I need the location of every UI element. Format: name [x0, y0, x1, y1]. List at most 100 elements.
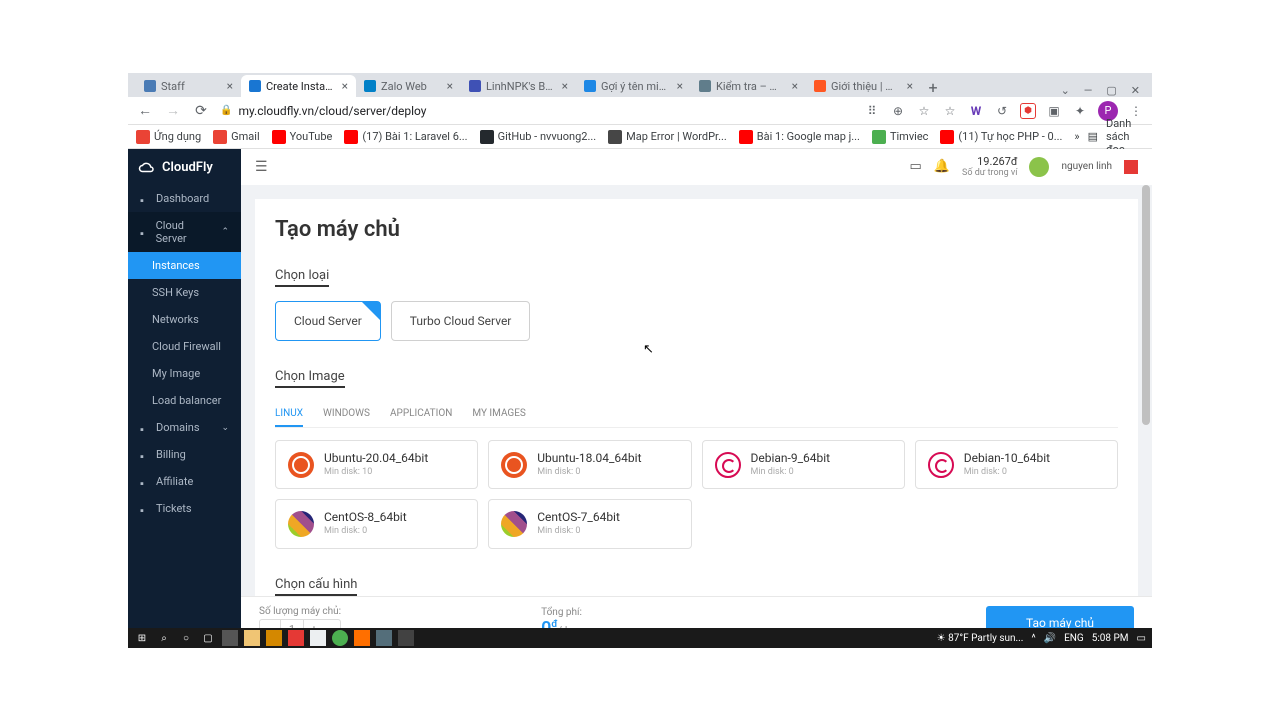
forward-button[interactable]: → [164, 102, 182, 120]
image-tab-application[interactable]: APPLICATION [390, 402, 452, 427]
volume-icon[interactable]: 🔊 [1044, 633, 1056, 644]
sidebar-item-tickets[interactable]: ▪Tickets [128, 495, 241, 522]
camera-icon[interactable]: ▣ [1046, 103, 1062, 119]
browser-tab[interactable]: Gợi ý tên miền b× [576, 75, 691, 97]
tab-close-icon[interactable]: × [792, 79, 798, 93]
docs-icon[interactable]: ▭ [910, 159, 922, 174]
zoom-icon[interactable]: ⊕ [890, 103, 906, 119]
share-icon[interactable]: ☆ [916, 103, 932, 119]
image-tab-windows[interactable]: WINDOWS [323, 402, 370, 427]
os-image-card[interactable]: Ubuntu-20.04_64bit Min disk: 10 [275, 440, 478, 489]
history-icon[interactable]: ↺ [994, 103, 1010, 119]
server-type-card[interactable]: Turbo Cloud Server [391, 301, 531, 341]
capture-icon[interactable]: ⬢ [1020, 103, 1036, 119]
sidebar-item-instances[interactable]: Instances [128, 252, 241, 279]
sidebar-item-dashboard[interactable]: ▪Dashboard [128, 185, 241, 212]
bookmark-overflow[interactable]: » [1074, 130, 1079, 143]
sidebar-item-affiliate[interactable]: ▪Affiliate [128, 468, 241, 495]
bookmark-item[interactable]: (17) Bài 1: Laravel 6... [344, 130, 467, 144]
app-icon-6[interactable] [376, 630, 392, 646]
w-extension-icon[interactable]: W [968, 103, 984, 119]
url-field[interactable]: 🔒 my.cloudfly.vn/cloud/server/deploy [220, 104, 854, 118]
notifications-icon[interactable]: 🔔 [934, 159, 950, 174]
minimize-icon[interactable]: — [1084, 84, 1093, 97]
sidebar-item-my-image[interactable]: My Image [128, 360, 241, 387]
tab-close-icon[interactable]: × [447, 79, 453, 93]
nav-item-label: Domains [156, 421, 200, 434]
balance-display[interactable]: 19.267đ Số dư trong ví [962, 155, 1017, 179]
image-tab-linux[interactable]: LINUX [275, 402, 303, 427]
sidebar-item-billing[interactable]: ▪Billing [128, 441, 241, 468]
lang-indicator[interactable]: ENG [1064, 633, 1084, 644]
ubuntu-icon [501, 452, 527, 478]
browser-tab[interactable]: Staff× [136, 75, 241, 97]
back-button[interactable]: ← [136, 102, 154, 120]
nav-item-label: Affiliate [156, 475, 193, 488]
browser-tab[interactable]: LinhNPK's Blog -× [461, 75, 576, 97]
tab-title: Giới thiệu | Phan [831, 80, 898, 93]
tab-close-icon[interactable]: × [342, 79, 348, 93]
maximize-icon[interactable]: ▢ [1106, 84, 1116, 97]
close-icon[interactable]: ✕ [1131, 84, 1140, 97]
sidebar-item-domains[interactable]: ▪Domains⌄ [128, 414, 241, 441]
bookmark-item[interactable]: (11) Tự học PHP - 0... [940, 130, 1062, 144]
toggle-sidebar-icon[interactable]: ☰ [255, 159, 268, 175]
user-avatar[interactable] [1029, 157, 1049, 177]
image-name: CentOS-8_64bit [324, 510, 407, 526]
app-icon-7[interactable] [398, 630, 414, 646]
app-icon-4[interactable] [310, 630, 326, 646]
browser-tab[interactable]: Create Instance:× [241, 75, 356, 97]
taskview-icon[interactable]: ▢ [200, 630, 216, 646]
browser-tab[interactable]: Zalo Web× [356, 75, 461, 97]
chrome-icon[interactable] [332, 630, 348, 646]
os-image-card[interactable]: CentOS-7_64bit Min disk: 0 [488, 499, 691, 548]
image-tab-my-images[interactable]: MY IMAGES [472, 402, 526, 427]
start-button[interactable]: ⊞ [134, 630, 150, 646]
reading-list-icon[interactable]: ▤ [1088, 130, 1098, 143]
os-image-card[interactable]: Ubuntu-18.04_64bit Min disk: 0 [488, 440, 691, 489]
tab-close-icon[interactable]: × [562, 79, 568, 93]
tab-close-icon[interactable]: × [907, 79, 913, 93]
bookmark-item[interactable]: Ứng dụng [136, 130, 201, 144]
bookmark-icon[interactable]: ☆ [942, 103, 958, 119]
bookmark-item[interactable]: Gmail [213, 130, 259, 144]
server-type-card[interactable]: Cloud Server [275, 301, 381, 341]
cortana-icon[interactable]: ○ [178, 630, 194, 646]
tray-chevron-icon[interactable]: ^ [1031, 633, 1035, 644]
os-image-card[interactable]: Debian-9_64bit Min disk: 0 [702, 440, 905, 489]
browser-tab[interactable]: Giới thiệu | Phan × [806, 75, 921, 97]
bookmark-item[interactable]: Timviec [872, 130, 928, 144]
app-icon-2[interactable] [266, 630, 282, 646]
tab-close-icon[interactable]: × [227, 79, 233, 93]
image-min-disk: Min disk: 0 [537, 467, 641, 479]
notif-center-icon[interactable]: ▭ [1137, 633, 1146, 644]
brand-logo[interactable]: CloudFly [128, 149, 241, 185]
app-icon-3[interactable] [288, 630, 304, 646]
tab-close-icon[interactable]: × [677, 79, 683, 93]
new-tab-button[interactable]: + [921, 78, 945, 97]
locale-flag-icon[interactable] [1124, 160, 1138, 174]
clock[interactable]: 5:08 PM [1092, 633, 1129, 644]
bookmark-item[interactable]: YouTube [272, 130, 333, 144]
scrollbar-thumb[interactable] [1142, 185, 1150, 425]
translate-icon[interactable]: ⠿ [864, 103, 880, 119]
os-image-card[interactable]: Debian-10_64bit Min disk: 0 [915, 440, 1118, 489]
sidebar-item-ssh-keys[interactable]: SSH Keys [128, 279, 241, 306]
bookmark-item[interactable]: Map Error | WordPr... [608, 130, 727, 144]
reload-button[interactable]: ⟳ [192, 102, 210, 120]
sidebar-item-networks[interactable]: Networks [128, 306, 241, 333]
app-icon-1[interactable] [222, 630, 238, 646]
app-icon-5[interactable] [354, 630, 370, 646]
browser-tab[interactable]: Kiểm tra – Tra cứ× [691, 75, 806, 97]
bookmark-item[interactable]: GitHub - nvvuong2... [480, 130, 597, 144]
sidebar-item-cloud-firewall[interactable]: Cloud Firewall [128, 333, 241, 360]
os-image-card[interactable]: CentOS-8_64bit Min disk: 0 [275, 499, 478, 548]
search-icon[interactable]: ⌕ [156, 630, 172, 646]
sidebar-item-load-balancer[interactable]: Load balancer [128, 387, 241, 414]
sidebar-item-cloud-server[interactable]: ▪Cloud Server⌃ [128, 212, 241, 252]
username-label[interactable]: nguyen linh [1061, 161, 1112, 172]
bookmark-item[interactable]: Bài 1: Google map j... [739, 130, 860, 144]
chevron-down-icon[interactable]: ⌄ [1061, 84, 1070, 97]
explorer-icon[interactable] [244, 630, 260, 646]
weather-widget[interactable]: ☀ 87°F Partly sun... [937, 633, 1024, 644]
